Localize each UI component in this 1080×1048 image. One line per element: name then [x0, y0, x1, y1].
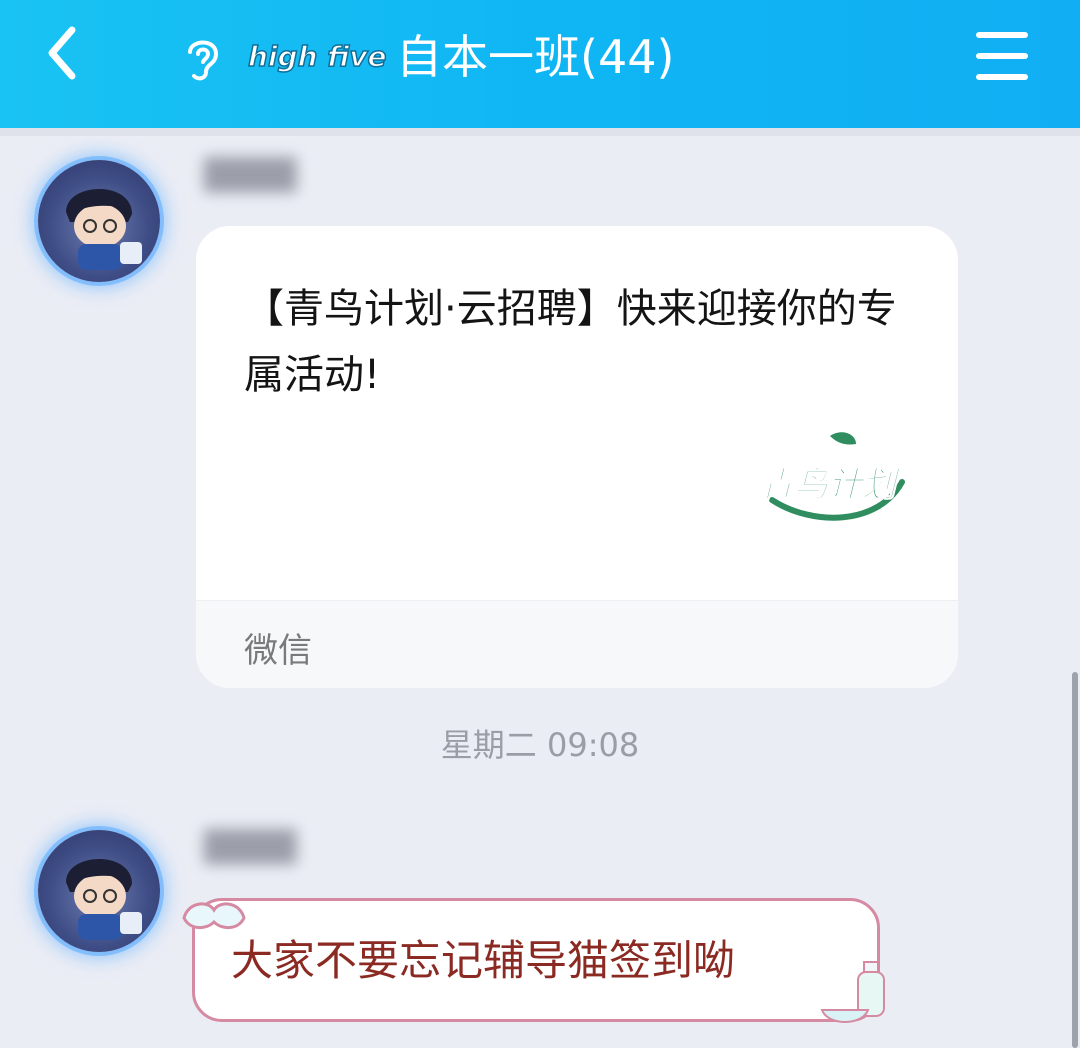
card-footer: 微信 [196, 600, 958, 688]
avatar-image [66, 859, 142, 940]
back-button[interactable] [30, 18, 100, 88]
card-thumbnail: 青鸟计划 [752, 422, 918, 540]
sender-name: ████ [204, 830, 297, 865]
menu-button[interactable] [966, 24, 1038, 88]
high-five-logo: high five [244, 30, 392, 82]
svg-text:high five: high five [248, 40, 387, 73]
voice-mode-button[interactable] [180, 32, 226, 84]
avatar[interactable] [38, 830, 160, 952]
chevron-left-icon [48, 26, 76, 80]
share-card[interactable]: 【青鸟计划·云招聘】快来迎接你的专属活动! 青鸟计划 微信 [196, 226, 958, 688]
message-bubble[interactable]: 大家不要忘记辅导猫签到呦 [192, 898, 880, 1022]
card-text: 【青鸟计划·云招聘】快来迎接你的专属活动! [244, 286, 897, 398]
chat-title: 自本一班(44) [396, 30, 675, 84]
soap-bottle-decoration-icon [818, 952, 898, 1032]
menu-icon [976, 32, 1028, 80]
message-timestamp: 星期二 09:08 [440, 726, 640, 764]
avatar-image [66, 189, 142, 270]
sender-name: ████ [204, 158, 297, 193]
scrollbar[interactable] [1072, 672, 1078, 1048]
header-divider [0, 128, 1080, 136]
ear-icon [188, 40, 219, 81]
avatar[interactable] [38, 160, 160, 282]
goggles-decoration-icon [178, 892, 250, 940]
card-source: 微信 [244, 631, 312, 671]
message-text: 大家不要忘记辅导猫签到呦 [231, 936, 736, 985]
chat-header: high five 自本一班(44) [0, 0, 1080, 128]
svg-text:青鸟计划: 青鸟计划 [760, 465, 901, 505]
